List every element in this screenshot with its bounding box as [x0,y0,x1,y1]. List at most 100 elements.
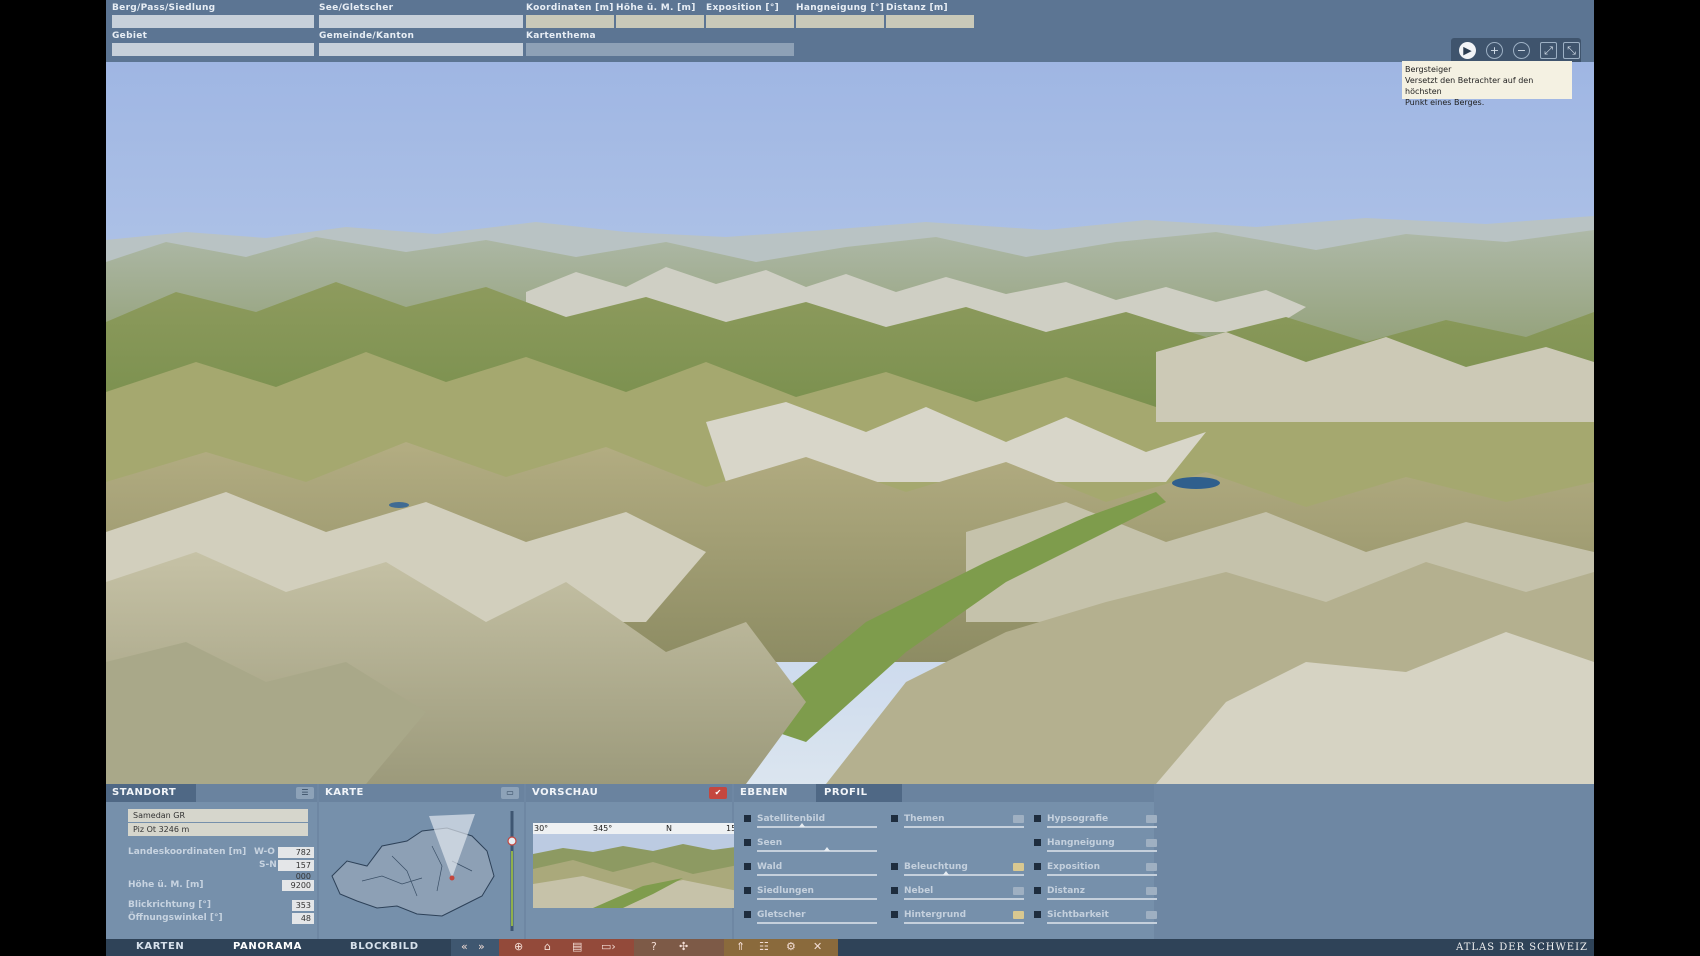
kartenthema-select[interactable] [526,43,794,56]
oeffnung-value[interactable]: 48 [292,913,314,924]
layer-beleuchtung[interactable]: Beleuchtung [891,862,1026,878]
layer-nebel[interactable]: Nebel [891,886,1026,902]
settings-icon[interactable]: ⚙ [786,940,796,953]
hintergrund-option[interactable] [1013,911,1024,919]
hangneigung-field: Hangneigung [°] [796,2,884,28]
hangneigung-input[interactable] [796,15,884,28]
layer-hintergrund[interactable]: Hintergrund [891,910,1026,926]
overview-map[interactable] [322,806,522,936]
themen-option[interactable] [1013,815,1024,823]
fullscreen-icon[interactable]: ⤢ [1540,42,1557,59]
wo-value[interactable]: 782 000 [278,847,314,868]
gebiet-input[interactable] [112,43,314,56]
sn-value[interactable]: 157 000 [278,860,314,881]
layer-hangneigung[interactable]: Hangneigung [1034,838,1169,854]
layer-seen[interactable]: Seen [744,838,884,854]
map-window-icon[interactable]: ▭ [501,787,519,799]
preview-image[interactable] [533,834,743,908]
close-icon[interactable]: ✕ [813,940,822,953]
export-icon[interactable]: ▭› [601,940,616,953]
home-icon[interactable]: ⌂ [544,940,551,953]
nebel-checkbox[interactable] [891,887,898,894]
nebel-option[interactable] [1013,887,1024,895]
wald-checkbox[interactable] [744,863,751,870]
layer-satellitenbild[interactable]: Satellitenbild [744,814,884,830]
scale-north: N [666,824,672,833]
prev-icon[interactable]: « [461,940,468,953]
list-icon[interactable]: ☰ [296,787,314,799]
toolbar: « » ⊕ ⌂ ▤ ▭› ? ✣ ⇑ ☷ ⚙ ✕ [451,939,838,956]
satellitenbild-slider[interactable] [799,823,805,827]
zoom-out-icon[interactable]: − [1513,42,1530,59]
hoehe-label: Höhe ü. M. [m] [128,880,204,890]
exposition-option[interactable] [1146,863,1157,871]
berg-input[interactable] [112,15,314,28]
satellitenbild-checkbox[interactable] [744,815,751,822]
ort-field[interactable]: Samedan GR [128,809,308,822]
seen-slider[interactable] [824,847,830,851]
see-field: See/Gletscher [319,2,523,28]
hintergrund-checkbox[interactable] [891,911,898,918]
layer-hypsografie[interactable]: Hypsografie [1034,814,1169,830]
hoehe-input[interactable] [616,15,704,28]
distanz-checkbox[interactable] [1034,887,1041,894]
hangneigung-label: Hangneigung [1047,838,1115,848]
play-icon[interactable]: ▶ [1459,42,1476,59]
hoehe-value[interactable]: 9200 [282,880,314,891]
blick-value[interactable]: 353 [292,900,314,911]
beleuchtung-checkbox[interactable] [891,863,898,870]
hypsografie-checkbox[interactable] [1034,815,1041,822]
layer-gletscher[interactable]: Gletscher [744,910,884,926]
beleuchtung-option[interactable] [1013,863,1024,871]
help-icon[interactable]: ? [651,940,657,953]
beleuchtung-slider[interactable] [943,871,949,875]
layer-distanz[interactable]: Distanz [1034,886,1169,902]
exit-icon[interactable]: ⤡ [1563,42,1580,59]
locate-icon[interactable]: ⊕ [514,940,523,953]
sichtbarkeit-option[interactable] [1146,911,1157,919]
tab-panorama[interactable]: PANORAMA [233,941,302,952]
berg-value-field[interactable]: Piz Ot 3246 m [128,823,308,836]
hypsografie-option[interactable] [1146,815,1157,823]
exposition-input[interactable] [706,15,794,28]
hintergrund-label: Hintergrund [904,910,967,920]
navigate-icon[interactable]: ✣ [679,940,688,953]
layer-exposition[interactable]: Exposition [1034,862,1169,878]
distanz-input[interactable] [886,15,974,28]
beleuchtung-label: Beleuchtung [904,862,968,872]
layer-sichtbarkeit[interactable]: Sichtbarkeit [1034,910,1169,926]
see-input[interactable] [319,15,523,28]
hangneigung-checkbox[interactable] [1034,839,1041,846]
koord-input[interactable] [526,15,614,28]
ebenen-panel: EBENEN PROFIL Satellitenbild Seen Wald S… [734,784,1157,939]
panorama-view[interactable] [106,62,1594,784]
layer-themen[interactable]: Themen [891,814,1026,830]
layer-siedlungen[interactable]: Siedlungen [744,886,884,902]
layers-icon[interactable]: ☷ [759,940,769,953]
tab-karten[interactable]: KARTEN [136,941,184,952]
print-icon[interactable]: ▤ [572,940,582,953]
themen-checkbox[interactable] [891,815,898,822]
next-icon[interactable]: » [478,940,485,953]
tab-ebenen[interactable]: EBENEN [740,787,788,798]
siedlungen-checkbox[interactable] [744,887,751,894]
hoehe-field: Höhe ü. M. [m] [616,2,704,28]
gletscher-checkbox[interactable] [744,911,751,918]
hangneigung-option[interactable] [1146,839,1157,847]
gemeinde-input[interactable] [319,43,523,56]
gemeinde-field: Gemeinde/Kanton [319,30,523,56]
standort-panel: STANDORT ☰ Samedan GR Piz Ot 3246 m Land… [106,784,317,939]
sichtbarkeit-checkbox[interactable] [1034,911,1041,918]
up-icon[interactable]: ⇑ [736,940,745,953]
tab-profil[interactable]: PROFIL [824,787,867,798]
karte-header: KARTE ▭ [319,784,524,802]
seen-checkbox[interactable] [744,839,751,846]
distanz-option[interactable] [1146,887,1157,895]
exposition-checkbox[interactable] [1034,863,1041,870]
layer-wald[interactable]: Wald [744,862,884,878]
zoom-in-icon[interactable]: + [1486,42,1503,59]
check-icon[interactable]: ✔ [709,787,727,799]
gebiet-field: Gebiet [112,30,314,56]
tab-blockbild[interactable]: BLOCKBILD [350,941,419,952]
height-slider-handle[interactable] [507,836,517,846]
